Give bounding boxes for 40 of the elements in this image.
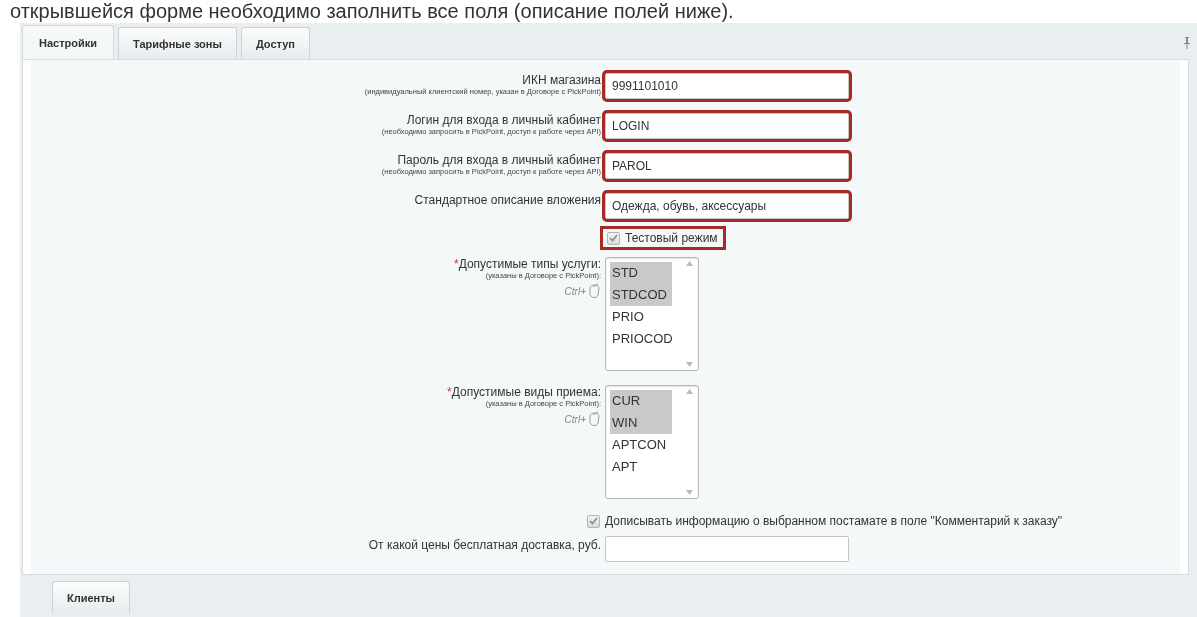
list-label: *Допустимые виды приема: xyxy=(447,385,601,399)
input-field[interactable]: LOGIN xyxy=(605,113,849,139)
list-option[interactable]: STD xyxy=(610,262,672,284)
input-field[interactable]: PAROL xyxy=(605,153,849,179)
input-field[interactable]: Одежда, обувь, аксессуары xyxy=(605,193,849,219)
scroll-up-icon[interactable] xyxy=(685,389,693,394)
field-label: Логин для входа в личный кабинет xyxy=(406,113,601,127)
field-label: От какой цены бесплатная доставка, руб. xyxy=(368,538,601,552)
shortcut-hint: Ctrl+ xyxy=(564,413,586,425)
checkbox-label: Тестовый режим xyxy=(625,231,718,245)
tab[interactable]: Клиенты xyxy=(52,581,130,613)
list-box[interactable]: CUR WIN APTCON APT xyxy=(605,385,699,499)
list-box[interactable]: STD STDCOD PRIO PRIOCOD xyxy=(605,257,699,371)
field-label: Стандартное описание вложения xyxy=(414,193,601,207)
list-option[interactable]: APTCON xyxy=(610,434,672,456)
list-label: *Допустимые типы услуги: xyxy=(454,257,601,271)
pin-icon[interactable] xyxy=(1183,37,1191,49)
list-option[interactable]: STDCOD xyxy=(610,284,672,306)
scroll-down-icon[interactable] xyxy=(685,490,693,495)
input-field[interactable]: 9991101010 xyxy=(605,73,849,99)
list-option[interactable]: PRIOCOD xyxy=(610,328,672,350)
field-label: Пароль для входа в личный кабинет xyxy=(397,153,601,167)
input-field[interactable] xyxy=(605,536,849,562)
mouse-icon xyxy=(587,411,601,427)
list-option[interactable]: PRIO xyxy=(610,306,672,328)
list-option[interactable]: APT xyxy=(610,456,672,478)
scroll-down-icon[interactable] xyxy=(685,362,693,367)
checkbox[interactable] xyxy=(607,231,620,245)
field-label: ИКН магазина xyxy=(522,73,601,87)
tab[interactable]: Настройки xyxy=(22,25,115,59)
list-option[interactable]: WIN xyxy=(610,412,672,434)
checkbox[interactable] xyxy=(587,514,600,528)
tab[interactable]: Тарифные зоны xyxy=(118,27,237,59)
checkbox-label: Дописывать информацию о выбранном постамате в поле "Комментарий к заказу" xyxy=(605,514,1063,528)
intro-text: открывшейся форме необходимо заполнить все поля (описание полей ниже). xyxy=(10,0,734,22)
list-option[interactable]: CUR xyxy=(610,390,672,412)
tab[interactable]: Доступ xyxy=(240,27,310,59)
shortcut-hint: Ctrl+ xyxy=(564,285,586,297)
mouse-icon xyxy=(587,283,601,299)
scroll-up-icon[interactable] xyxy=(685,261,693,266)
